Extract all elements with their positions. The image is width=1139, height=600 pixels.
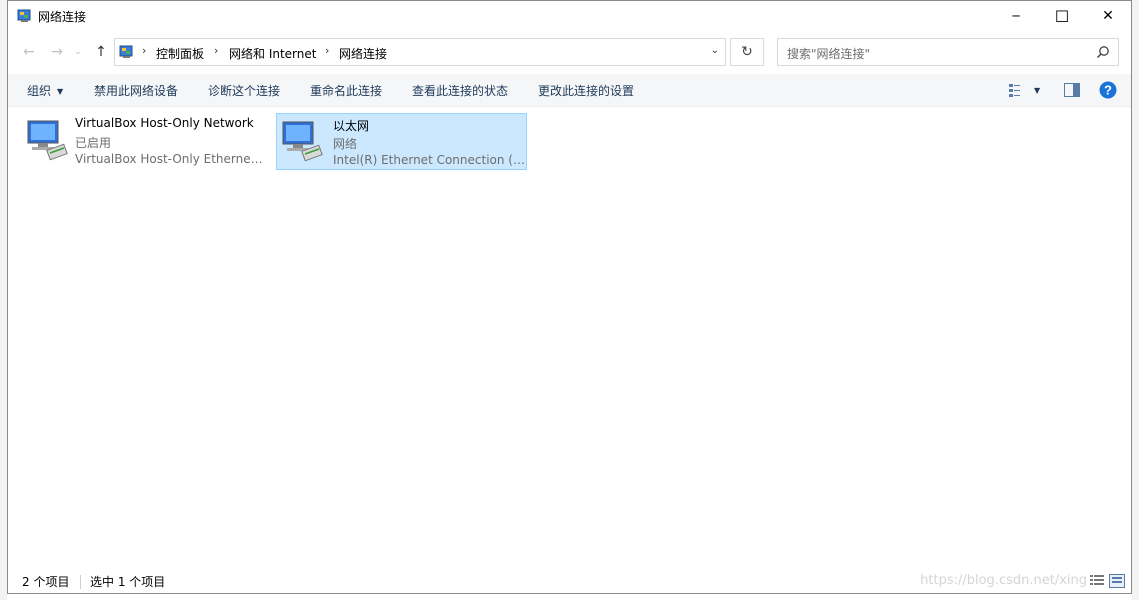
help-button[interactable]: ? xyxy=(1099,81,1117,99)
selected-count: 选中 1 个项目 xyxy=(90,575,166,589)
watermark-text: https://blog.csdn.net/xing xyxy=(920,573,1087,588)
list-item[interactable]: VirtualBox Host-Only Network 已启用 Virtual… xyxy=(22,113,274,170)
refresh-icon: ↻ xyxy=(741,44,753,60)
status-divider xyxy=(80,575,81,589)
organize-menu[interactable]: 组织 ▼ xyxy=(27,82,63,99)
minimize-icon: ─ xyxy=(1012,9,1020,23)
item-adapter: Intel(R) Ethernet Connection (2... xyxy=(333,153,525,167)
item-status: 已启用 xyxy=(75,136,112,150)
breadcrumb-separator[interactable]: › xyxy=(214,44,218,57)
item-name: 以太网 xyxy=(333,119,370,133)
organize-label: 组织 xyxy=(27,84,52,98)
help-icon: ? xyxy=(1099,81,1117,99)
item-adapter: VirtualBox Host-Only Ethernet ... xyxy=(75,152,267,166)
view-toggle-group xyxy=(1089,574,1125,588)
minimize-button[interactable]: ─ xyxy=(993,1,1039,31)
arrow-left-icon: ← xyxy=(23,44,35,60)
arrow-right-icon: → xyxy=(51,44,63,60)
search-icon xyxy=(1096,46,1109,59)
disable-device-button[interactable]: 禁用此网络设备 xyxy=(94,82,178,99)
desktop-background-left xyxy=(0,0,7,600)
up-button[interactable]: ↑ xyxy=(92,43,110,61)
search-placeholder: 搜索"网络连接" xyxy=(787,47,871,61)
list-item-selected[interactable]: 以太网 网络 Intel(R) Ethernet Connection (2..… xyxy=(276,113,527,170)
address-dropdown-icon[interactable]: ⌄ xyxy=(711,45,719,56)
maximize-icon: ☐ xyxy=(1054,6,1070,26)
forward-button[interactable]: → xyxy=(48,43,66,61)
refresh-button[interactable]: ↻ xyxy=(730,38,764,66)
view-status-button[interactable]: 查看此连接的状态 xyxy=(412,82,508,99)
network-adapter-icon xyxy=(27,120,68,161)
status-bar: 2 个项目 选中 1 个项目 https://blog.csdn.net/xin… xyxy=(8,571,1131,593)
maximize-button[interactable]: ☐ xyxy=(1039,1,1085,31)
arrow-up-icon: ↑ xyxy=(95,44,107,60)
breadcrumb-network-connections[interactable]: 网络连接 xyxy=(339,45,387,62)
item-status: 网络 xyxy=(333,137,358,151)
tiles-view-icon[interactable] xyxy=(1109,574,1125,588)
item-name: VirtualBox Host-Only Network xyxy=(75,116,254,130)
address-bar[interactable]: › 控制面板 › 网络和 Internet › 网络连接 ⌄ xyxy=(114,38,726,66)
breadcrumb-separator[interactable]: › xyxy=(325,44,329,57)
change-settings-button[interactable]: 更改此连接的设置 xyxy=(538,82,634,99)
recent-locations-button[interactable]: ⌄ xyxy=(72,43,84,61)
close-icon: ✕ xyxy=(1102,8,1114,24)
caret-down-icon: ▼ xyxy=(57,87,64,96)
command-bar: 组织 ▼ 禁用此网络设备 诊断这个连接 重命名此连接 查看此连接的状态 更改此连接… xyxy=(8,74,1131,107)
network-adapter-icon xyxy=(282,121,323,162)
change-view-button[interactable]: ▼ xyxy=(1008,81,1040,99)
chevron-down-icon: ⌄ xyxy=(74,47,82,57)
desktop-background-right xyxy=(1132,0,1139,600)
search-input[interactable]: 搜索"网络连接" xyxy=(777,38,1119,66)
control-panel-icon xyxy=(17,9,31,22)
view-options-icon xyxy=(1009,84,1020,97)
breadcrumb-control-panel[interactable]: 控制面板 xyxy=(156,45,204,62)
caret-down-icon: ▼ xyxy=(1034,85,1041,95)
back-button[interactable]: ← xyxy=(20,43,38,61)
close-button[interactable]: ✕ xyxy=(1085,1,1131,31)
diagnose-button[interactable]: 诊断这个连接 xyxy=(208,82,280,99)
navigation-row: ← → ⌄ ↑ › 控制面板 › 网络和 Internet › 网络连接 ⌄ ↻… xyxy=(8,37,1131,68)
explorer-window: 网络连接 ─ ☐ ✕ ← → ⌄ ↑ › 控制面板 › 网络和 Internet… xyxy=(7,0,1132,594)
breadcrumb-network-internet[interactable]: 网络和 Internet xyxy=(229,45,316,62)
preview-pane-button[interactable] xyxy=(1064,81,1080,99)
breadcrumb-separator[interactable]: › xyxy=(142,44,146,57)
svg-text:?: ? xyxy=(1104,83,1112,98)
rename-button[interactable]: 重命名此连接 xyxy=(310,82,382,99)
details-view-icon[interactable] xyxy=(1089,574,1105,588)
title-bar: 网络连接 ─ ☐ ✕ xyxy=(8,1,1131,31)
item-count: 2 个项目 xyxy=(22,575,70,589)
preview-pane-icon xyxy=(1064,83,1080,97)
control-panel-icon xyxy=(119,45,133,58)
window-title: 网络连接 xyxy=(38,10,87,24)
